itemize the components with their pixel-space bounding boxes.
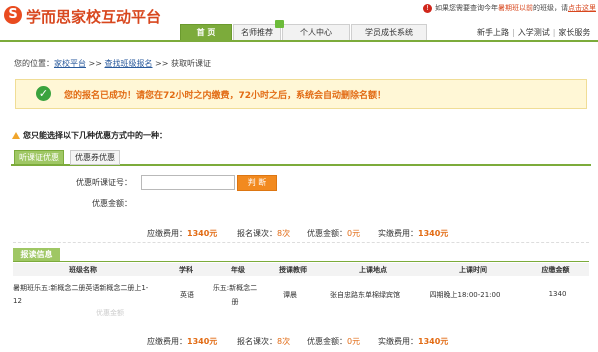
discount-summary-value: 0元 <box>347 337 361 346</box>
tab-growth-system[interactable]: 学员成长系统 <box>351 24 427 41</box>
lessons-label: 报名课次： <box>237 337 277 346</box>
notice-prefix: 如果您需要查询今年 <box>435 4 498 12</box>
lessons-value: 8次 <box>277 337 291 346</box>
cell-teacher: 谭晨 <box>283 291 297 299</box>
notice-bar: ! 如果您需要查询今年暑期班以前的班级，请点击这里 <box>423 3 596 13</box>
paid-label: 实缴费用： <box>378 337 418 346</box>
fee-value: 1340元 <box>187 337 218 346</box>
notice-highlight: 暑期班以前 <box>498 4 533 12</box>
link-parent-service[interactable]: 家长服务 <box>558 28 590 37</box>
tab-home[interactable]: 首 页 <box>180 24 232 41</box>
tab-teachers[interactable]: 名师推荐 <box>233 24 281 41</box>
header: S 学而思家校互动平台 ! 如果您需要查询今年暑期班以前的班级，请点击这里 首 页… <box>0 0 598 44</box>
breadcrumb-item-current: 获取听课证 <box>171 59 211 68</box>
cell-time: 四期晚上18:00-21:00 <box>429 291 501 299</box>
col-subject: 学科 <box>179 266 193 274</box>
tab-lesson-pass[interactable]: 听课证优惠 <box>14 150 64 165</box>
breadcrumb: 您的位置：家校平台 >> 查找班级报名 >> 获取听课证 <box>14 58 211 69</box>
cell-grade-2: 册 <box>231 298 239 306</box>
section-divider <box>13 242 589 243</box>
check-circle-icon: ✓ <box>36 86 51 101</box>
paid-label: 实缴费用： <box>378 229 418 238</box>
cell-class-name-2: 12 <box>13 297 22 305</box>
code-label: 优惠听课证号： <box>76 178 132 187</box>
col-grade: 年级 <box>231 266 245 274</box>
breadcrumb-separator: >> <box>88 59 102 68</box>
fee-value: 1340元 <box>187 229 218 238</box>
col-location: 上课地点 <box>359 266 387 274</box>
instruction-text: 您只能选择以下几种优惠方式中的一种： <box>23 131 167 140</box>
warning-circle-icon: ! <box>423 3 432 13</box>
enrollment-title: 报读信息 <box>13 248 60 261</box>
warning-triangle-icon <box>12 132 20 139</box>
breadcrumb-item-platform[interactable]: 家校平台 <box>54 59 86 68</box>
lesson-pass-input[interactable] <box>141 175 235 190</box>
check-button[interactable]: 判 断 <box>237 175 277 191</box>
col-teacher: 授课教师 <box>279 266 307 274</box>
paid-value: 1340元 <box>418 229 449 238</box>
discount-label: 优惠金额： <box>92 199 132 208</box>
paid-value: 1340元 <box>418 337 449 346</box>
breadcrumb-separator: >> <box>155 59 169 68</box>
nav-underline <box>0 40 598 42</box>
cell-subject: 英语 <box>180 291 194 299</box>
enrollment-underline <box>13 261 589 262</box>
link-entrance-test[interactable]: 入学测试 <box>518 28 550 37</box>
tab-coupon[interactable]: 优惠券优惠 <box>70 150 120 165</box>
col-amount: 应缴金额 <box>541 266 570 274</box>
cell-grade-1: 乐五:新概念二 <box>212 284 258 292</box>
link-beginner[interactable]: 新手上路 <box>477 28 509 37</box>
notice-middle: 的班级，请 <box>533 4 568 12</box>
fee-label: 应缴费用： <box>147 229 187 238</box>
cell-amount: 1340 <box>548 290 567 298</box>
discount-summary-value: 0元 <box>347 229 361 238</box>
quicklink-separator: | <box>512 28 515 37</box>
col-class-name: 班级名称 <box>69 266 97 274</box>
logo-icon[interactable]: S <box>4 6 22 24</box>
quicklinks: 新手上路 | 入学测试 | 家长服务 <box>477 27 590 38</box>
lessons-label: 报名课次： <box>237 229 277 238</box>
fee-label: 应缴费用： <box>147 337 187 346</box>
cell-location: 张自忠路东单棉绿宾馆 <box>330 291 400 299</box>
discount-instruction: 您只能选择以下几种优惠方式中的一种： <box>12 130 167 141</box>
col-time: 上课时间 <box>459 266 487 274</box>
logo-text[interactable]: 学而思家校互动平台 <box>26 6 161 27</box>
coupon-tabs: 听课证优惠 优惠券优惠 <box>11 150 591 166</box>
breadcrumb-item-find-class[interactable]: 查找班级报名 <box>105 59 153 68</box>
success-message: 您的报名已成功！请您在72小时之内缴费，72小时之后，系统会自动删除名额！ <box>64 91 387 101</box>
discount-summary-label: 优惠金额： <box>307 229 347 238</box>
lessons-value: 8次 <box>277 229 291 238</box>
tab-personal-center[interactable]: 个人中心 <box>282 24 350 41</box>
breadcrumb-prefix: 您的位置： <box>14 59 54 68</box>
new-badge-icon <box>275 20 284 28</box>
ghost-discount-label: 优惠金额 <box>96 309 124 317</box>
notice-link[interactable]: 点击这里 <box>568 4 596 12</box>
discount-summary-label: 优惠金额： <box>307 337 347 346</box>
enrollment-table-header: 班级名称 学科 年级 授课教师 上课地点 上课时间 应缴金额 <box>13 263 589 276</box>
cell-class-name-1: 暑期班乐五:新概念二册英语新概念二册上1- <box>13 284 149 292</box>
quicklink-separator: | <box>552 28 556 37</box>
success-banner: ✓ 您的报名已成功！请您在72小时之内缴费，72小时之后，系统会自动删除名额！ <box>15 79 587 109</box>
